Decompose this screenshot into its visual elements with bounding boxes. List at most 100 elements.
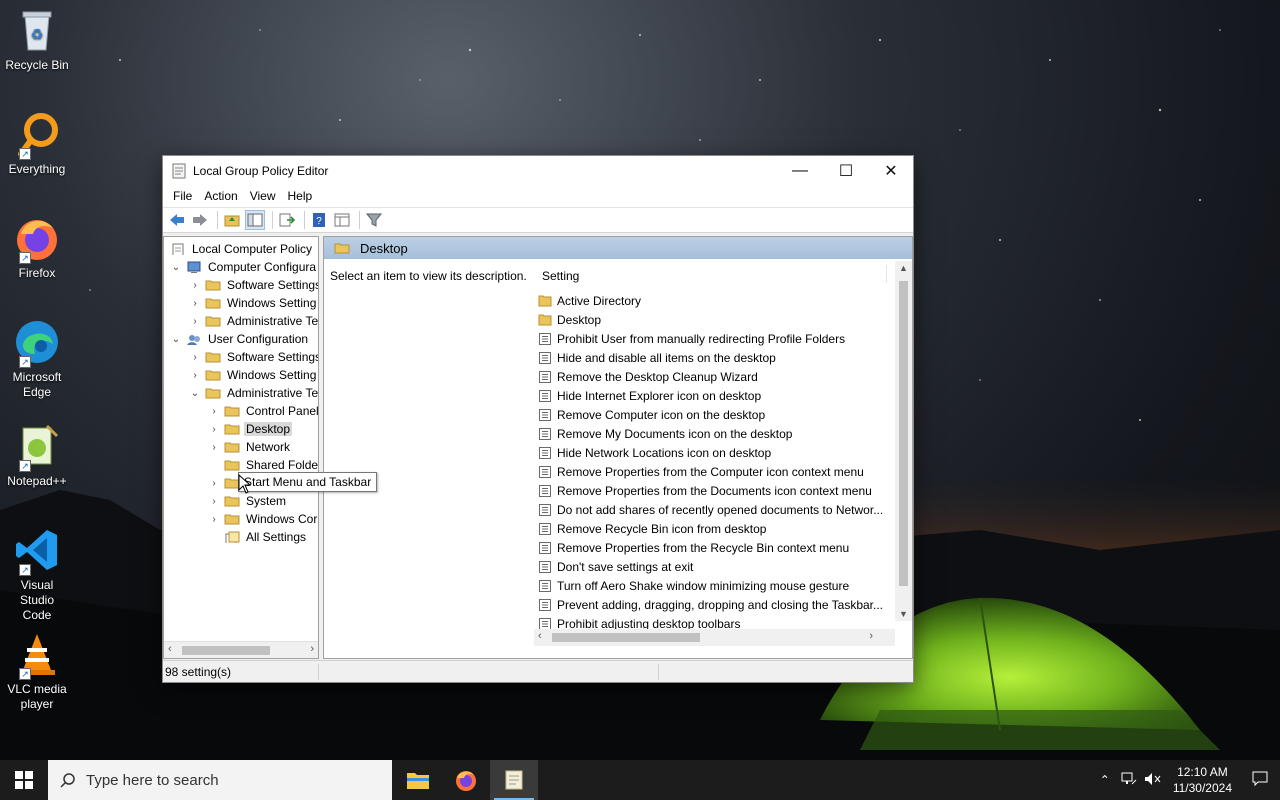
scroll-thumb[interactable] xyxy=(899,281,908,586)
taskbar-group-policy-editor[interactable] xyxy=(490,760,538,800)
chevron-down-icon[interactable]: ⌄ xyxy=(170,334,182,345)
tree-item-local-computer-policy[interactable]: Local Computer Policy xyxy=(170,240,314,258)
list-item-setting[interactable]: Remove Properties from the Documents ico… xyxy=(538,481,872,500)
chevron-right-icon[interactable]: › xyxy=(208,424,220,435)
tree-item-system[interactable]: › System xyxy=(208,492,288,510)
tree-item-user-windows-settings[interactable]: › Windows Setting xyxy=(189,366,318,384)
chevron-up-icon[interactable]: ⌃ xyxy=(1093,773,1117,787)
scroll-up-icon[interactable]: ▲ xyxy=(899,263,908,273)
volume-muted-icon[interactable] xyxy=(1141,772,1165,789)
toolbar: ? xyxy=(163,207,913,233)
desktop-icon-notepadpp[interactable]: ↗ Notepad++ xyxy=(4,422,70,489)
menu-file[interactable]: File xyxy=(167,189,198,203)
list-item-setting[interactable]: Do not add shares of recently opened doc… xyxy=(538,500,883,519)
help-button[interactable]: ? xyxy=(309,210,329,230)
desktop-icon-recycle-bin[interactable]: ♻ Recycle Bin xyxy=(4,6,70,73)
chevron-right-icon[interactable]: › xyxy=(208,478,220,489)
chevron-down-icon[interactable]: ⌄ xyxy=(189,388,201,399)
taskbar-file-explorer[interactable] xyxy=(394,760,442,800)
chevron-right-icon[interactable]: › xyxy=(189,298,201,309)
tree-item-user-software-settings[interactable]: › Software Settings xyxy=(189,348,318,366)
list-item-setting[interactable]: Turn off Aero Shake window minimizing mo… xyxy=(538,576,849,595)
chevron-right-icon[interactable]: › xyxy=(189,370,201,381)
tree-item-windows-settings[interactable]: › Windows Setting xyxy=(189,294,318,312)
network-icon[interactable] xyxy=(1117,772,1141,789)
list-item-setting[interactable]: Remove Properties from the Recycle Bin c… xyxy=(538,538,849,557)
list-item-setting[interactable]: Prevent adding, dragging, dropping and c… xyxy=(538,595,883,614)
tree-item-network[interactable]: › Network xyxy=(208,438,292,456)
column-header-setting[interactable]: Setting xyxy=(542,269,579,283)
minimize-button[interactable]: — xyxy=(777,156,823,185)
tree-item-all-settings[interactable]: All Settings xyxy=(208,528,308,546)
desktop-icon-firefox[interactable]: ↗ Firefox xyxy=(4,214,70,281)
notifications-icon[interactable] xyxy=(1240,771,1280,790)
forward-button[interactable] xyxy=(190,210,210,230)
back-button[interactable] xyxy=(167,210,187,230)
export-list-button[interactable] xyxy=(277,210,297,230)
scroll-right-icon[interactable]: › xyxy=(869,630,873,642)
list-horizontal-scrollbar[interactable]: ‹ › xyxy=(534,629,895,646)
chevron-down-icon[interactable]: ⌄ xyxy=(170,262,182,273)
toolbar-separator xyxy=(304,211,305,229)
extended-view-button[interactable] xyxy=(332,210,352,230)
tree-item-user-administrative-templates[interactable]: ⌄ Administrative Te xyxy=(189,384,318,402)
taskbar-firefox[interactable] xyxy=(442,760,490,800)
taskbar-search-box[interactable]: Type here to search xyxy=(48,760,392,800)
chevron-right-icon[interactable]: › xyxy=(208,406,220,417)
title-bar[interactable]: Local Group Policy Editor — ☐ ✕ xyxy=(163,156,913,185)
maximize-button[interactable]: ☐ xyxy=(823,156,869,185)
list-item-setting[interactable]: Remove the Desktop Cleanup Wizard xyxy=(538,367,758,386)
list-item-setting[interactable]: Prohibit User from manually redirecting … xyxy=(538,329,845,348)
list-vertical-scrollbar[interactable]: ▲ ▼ xyxy=(895,261,912,621)
list-item-setting[interactable]: Remove Properties from the Computer icon… xyxy=(538,462,864,481)
tree-item-control-panel[interactable]: › Control Panel xyxy=(208,402,318,420)
desktop-icon-vlc[interactable]: ↗ VLC media player xyxy=(4,630,70,712)
tree-item-computer-configuration[interactable]: ⌄ Computer Configura xyxy=(170,258,318,276)
tree-item-windows-components[interactable]: › Windows Cor xyxy=(208,510,318,528)
tree-item-software-settings[interactable]: › Software Settings xyxy=(189,276,318,294)
list-item-setting[interactable]: Remove Computer icon on the desktop xyxy=(538,405,765,424)
tree-item-administrative-templates[interactable]: › Administrative Te xyxy=(189,312,318,330)
tree-label: Windows Setting xyxy=(227,296,317,310)
scroll-down-icon[interactable]: ▼ xyxy=(899,609,908,619)
list-item-setting[interactable]: Don't save settings at exit xyxy=(538,557,693,576)
tree-horizontal-scrollbar[interactable]: ‹ › xyxy=(164,641,318,658)
console-tree: Local Computer Policy ⌄ Computer Configu… xyxy=(163,236,319,659)
tree-item-desktop[interactable]: › Desktop xyxy=(208,420,293,438)
chevron-right-icon[interactable]: › xyxy=(189,316,201,327)
clock[interactable]: 12:10 AM 11/30/2024 xyxy=(1165,764,1240,796)
list-item-setting[interactable]: Hide Internet Explorer icon on desktop xyxy=(538,386,761,405)
scroll-right-icon[interactable]: › xyxy=(310,643,314,655)
scroll-thumb[interactable] xyxy=(552,633,700,642)
scroll-thumb[interactable] xyxy=(182,646,270,655)
menu-help[interactable]: Help xyxy=(282,189,319,203)
scroll-left-icon[interactable]: ‹ xyxy=(168,643,172,655)
tree-label: Computer Configura xyxy=(208,260,317,274)
up-level-button[interactable] xyxy=(222,210,242,230)
show-hide-tree-button[interactable] xyxy=(245,210,265,230)
list-item-setting[interactable]: Remove Recycle Bin icon from desktop xyxy=(538,519,766,538)
setting-icon xyxy=(539,446,551,459)
chevron-right-icon[interactable]: › xyxy=(189,280,201,291)
tree-label: Windows Setting xyxy=(227,368,317,382)
chevron-right-icon[interactable]: › xyxy=(208,514,220,525)
list-item-folder[interactable]: Desktop xyxy=(538,310,601,329)
desktop-icon-edge[interactable]: ↗ Microsoft Edge xyxy=(4,318,70,400)
list-item-setting[interactable]: Hide Network Locations icon on desktop xyxy=(538,443,771,462)
list-item-setting[interactable]: Remove My Documents icon on the desktop xyxy=(538,424,792,443)
column-divider[interactable] xyxy=(886,265,887,283)
start-button[interactable] xyxy=(0,760,48,800)
list-item-folder[interactable]: Active Directory xyxy=(538,291,641,310)
desktop-icon-everything[interactable]: ↗ Everything xyxy=(4,110,70,177)
scroll-left-icon[interactable]: ‹ xyxy=(538,630,542,642)
list-item-setting[interactable]: Hide and disable all items on the deskto… xyxy=(538,348,776,367)
chevron-right-icon[interactable]: › xyxy=(208,442,220,453)
close-button[interactable]: ✕ xyxy=(868,156,914,185)
menu-view[interactable]: View xyxy=(244,189,282,203)
chevron-right-icon[interactable]: › xyxy=(189,352,201,363)
tree-item-user-configuration[interactable]: ⌄ User Configuration xyxy=(170,330,310,348)
chevron-right-icon[interactable]: › xyxy=(208,496,220,507)
desktop-icon-vscode[interactable]: ↗ Visual Studio Code xyxy=(4,526,70,623)
filter-button[interactable] xyxy=(364,210,384,230)
menu-action[interactable]: Action xyxy=(198,189,243,203)
